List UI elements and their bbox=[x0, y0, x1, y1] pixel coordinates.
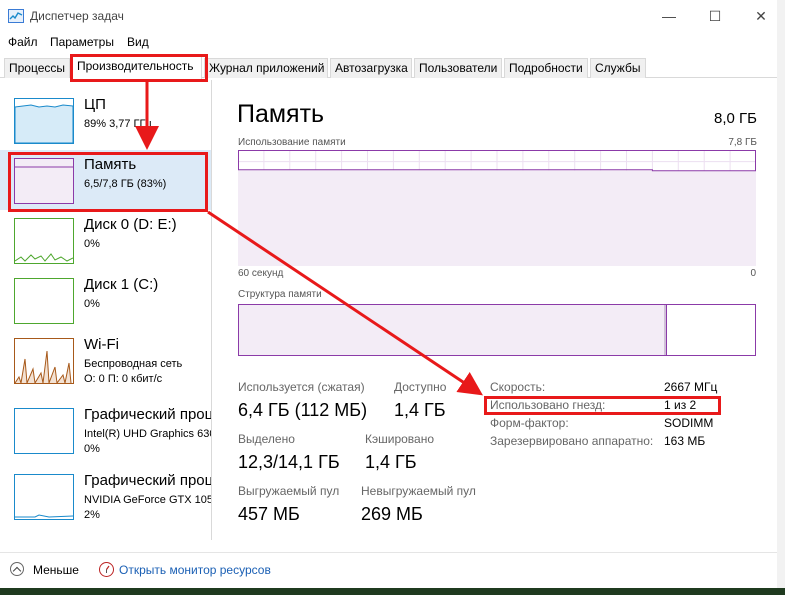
usage-graph-max: 7,8 ГБ bbox=[728, 137, 757, 148]
spec-form-factor: Форм-фактор: SODIMM bbox=[490, 416, 730, 432]
tab-services[interactable]: Службы bbox=[590, 58, 646, 78]
sidebar-item-label: Диск 1 (C:) bbox=[84, 276, 159, 293]
spec-hardware-reserved: Зарезервировано аппаратно: 163 МБ bbox=[490, 434, 730, 450]
annotation-box-performance-tab bbox=[70, 54, 208, 82]
sidebar-item-gpu0[interactable]: Графический процессор 0 Intel(R) UHD Gra… bbox=[0, 400, 211, 466]
spec-key: Скорость: bbox=[490, 380, 546, 394]
gpu0-thumbnail bbox=[14, 408, 74, 454]
resource-monitor-icon bbox=[99, 562, 114, 577]
spec-value: SODIMM bbox=[664, 416, 714, 430]
sidebar-item-detail: Intel(R) UHD Graphics 630 bbox=[84, 428, 211, 440]
in-use-value: 6,4 ГБ (112 МБ) bbox=[238, 400, 368, 420]
nonpaged-pool-value: 269 МБ bbox=[361, 504, 423, 524]
sidebar-item-detail: 0% bbox=[84, 298, 100, 310]
memory-detail-panel: Память 8,0 ГБ Использование памяти 7,8 Г… bbox=[213, 80, 773, 540]
sidebar-item-detail: 0% bbox=[84, 238, 100, 250]
annotation-box-slots-used bbox=[484, 396, 721, 415]
sidebar-item-detail-2: 2% bbox=[84, 509, 100, 521]
memory-total: 8,0 ГБ bbox=[714, 110, 757, 127]
sidebar-item-disk1[interactable]: Диск 1 (C:) 0% bbox=[0, 270, 211, 330]
paged-pool-label: Выгружаемый пул bbox=[238, 484, 340, 498]
paged-pool-value: 457 МБ bbox=[238, 504, 300, 524]
sidebar-item-detail: Беспроводная сеть bbox=[84, 358, 183, 370]
available-value: 1,4 ГБ bbox=[394, 400, 446, 420]
memory-usage-graph bbox=[238, 150, 756, 266]
usage-area bbox=[238, 169, 756, 266]
structure-label: Структура памяти bbox=[238, 289, 322, 300]
sidebar-item-detail-2: 0% bbox=[84, 443, 100, 455]
structure-modified bbox=[664, 305, 667, 355]
chevron-up-icon[interactable] bbox=[10, 562, 24, 576]
spec-value: 2667 МГц bbox=[664, 380, 718, 394]
wifi-thumbnail bbox=[14, 338, 74, 384]
spec-key: Форм-фактор: bbox=[490, 416, 569, 430]
usage-graph-label: Использование памяти bbox=[238, 137, 346, 148]
disk0-thumbnail bbox=[14, 218, 74, 264]
disk1-thumbnail bbox=[14, 278, 74, 324]
tab-users[interactable]: Пользователи bbox=[414, 58, 502, 78]
sidebar-item-disk0[interactable]: Диск 0 (D: E:) 0% bbox=[0, 210, 211, 270]
sidebar-item-label: Графический процессор 0 bbox=[84, 406, 211, 423]
sidebar-item-detail-2: О: 0 П: 0 кбит/с bbox=[84, 373, 163, 385]
sidebar-item-label: Wi-Fi bbox=[84, 336, 119, 353]
taskbar-strip bbox=[0, 588, 785, 595]
cached-value: 1,4 ГБ bbox=[365, 452, 417, 472]
sidebar-item-wifi[interactable]: Wi-Fi Беспроводная сеть О: 0 П: 0 кбит/с bbox=[0, 330, 211, 390]
open-resource-monitor-link[interactable]: Открыть монитор ресурсов bbox=[119, 563, 271, 577]
menu-file[interactable]: Файл bbox=[8, 35, 38, 49]
sidebar-item-label: ЦП bbox=[84, 96, 106, 113]
background-window-strip bbox=[777, 0, 785, 595]
maximize-button[interactable]: ☐ bbox=[692, 0, 738, 32]
sidebar-item-detail: NVIDIA GeForce GTX 1050 bbox=[84, 494, 211, 506]
page-title: Память bbox=[237, 100, 325, 128]
cached-label: Кэшировано bbox=[365, 432, 435, 446]
committed-label: Выделено bbox=[238, 432, 295, 446]
annotation-box-memory-item bbox=[8, 152, 208, 212]
spec-value: 163 МБ bbox=[664, 434, 706, 448]
sidebar-item-gpu1[interactable]: Графический процессор 1 NVIDIA GeForce G… bbox=[0, 466, 211, 532]
task-manager-icon bbox=[8, 9, 24, 23]
spec-speed: Скорость: 2667 МГц bbox=[490, 380, 730, 396]
gpu1-thumbnail bbox=[14, 474, 74, 520]
window-title: Диспетчер задач bbox=[30, 9, 124, 23]
sidebar-item-label: Графический процессор 1 bbox=[84, 472, 211, 489]
tab-startup[interactable]: Автозагрузка bbox=[330, 58, 412, 78]
sidebar-item-label: Диск 0 (D: E:) bbox=[84, 216, 177, 233]
title-bar: Диспетчер задач — ☐ ✕ bbox=[0, 0, 777, 32]
fewer-details-button[interactable]: Меньше bbox=[33, 563, 79, 577]
sidebar-item-detail: 89% 3,77 ГГц bbox=[84, 118, 152, 130]
tab-processes[interactable]: Процессы bbox=[4, 58, 70, 78]
spec-key: Зарезервировано аппаратно: bbox=[490, 434, 654, 448]
graph-axis-right: 0 bbox=[750, 268, 756, 279]
minimize-button[interactable]: — bbox=[646, 0, 692, 32]
memory-structure-bar bbox=[238, 304, 756, 356]
tab-details[interactable]: Подробности bbox=[504, 58, 588, 78]
tab-app-history[interactable]: Журнал приложений bbox=[204, 58, 328, 78]
menu-bar: Файл Параметры Вид bbox=[0, 32, 777, 54]
in-use-label: Используется (сжатая) bbox=[238, 380, 365, 394]
resource-sidebar: ЦП 89% 3,77 ГГц Память 6,5/7,8 ГБ (83%) … bbox=[0, 80, 212, 540]
cpu-thumbnail bbox=[14, 98, 74, 144]
structure-in-use bbox=[239, 305, 668, 355]
menu-view[interactable]: Вид bbox=[127, 35, 149, 49]
committed-value: 12,3/14,1 ГБ bbox=[238, 452, 340, 472]
menu-options[interactable]: Параметры bbox=[50, 35, 114, 49]
graph-axis-left: 60 секунд bbox=[238, 268, 284, 279]
close-button[interactable]: ✕ bbox=[738, 0, 784, 32]
footer: Меньше Открыть монитор ресурсов bbox=[0, 552, 777, 586]
nonpaged-pool-label: Невыгружаемый пул bbox=[361, 484, 476, 498]
available-label: Доступно bbox=[394, 380, 447, 394]
sidebar-item-cpu[interactable]: ЦП 89% 3,77 ГГц bbox=[0, 90, 211, 150]
